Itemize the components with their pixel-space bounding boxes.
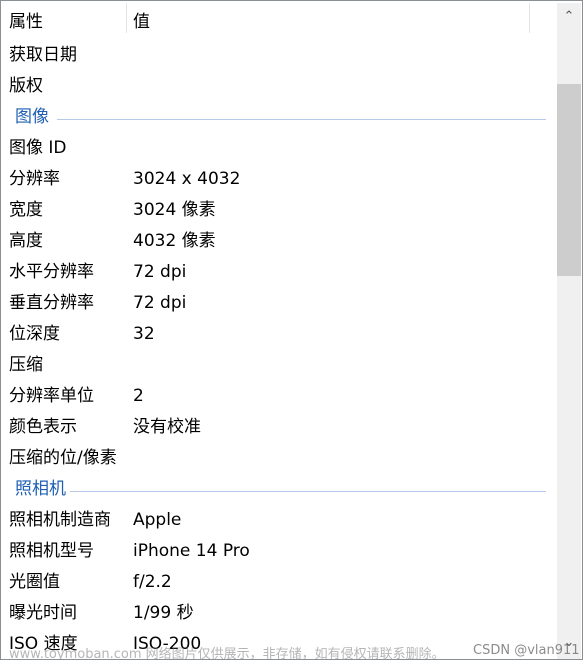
property-value[interactable]: 72 dpi — [133, 288, 186, 319]
property-name: 颜色表示 — [9, 417, 77, 437]
section-header: 照相机 — [1, 474, 556, 505]
property-value[interactable]: 72 dpi — [133, 257, 186, 288]
property-value[interactable]: Apple — [133, 505, 181, 536]
property-value[interactable]: f/2.2 — [133, 567, 172, 598]
column-divider[interactable] — [529, 3, 530, 33]
property-row[interactable]: 分辨率 3024 x 4032 — [1, 164, 556, 195]
property-name: 照相机制造商 — [9, 510, 111, 530]
property-name: 照相机型号 — [9, 541, 94, 561]
property-name: 高度 — [9, 231, 43, 251]
property-value[interactable]: 3024 像素 — [133, 195, 216, 226]
property-name: 曝光时间 — [9, 603, 77, 623]
property-name: 水平分辨率 — [9, 262, 94, 282]
section-divider — [57, 119, 546, 120]
property-name: 垂直分辨率 — [9, 293, 94, 313]
section-title: 照相机 — [15, 474, 70, 505]
property-row[interactable]: 照相机制造商 Apple — [1, 505, 556, 536]
section-divider — [57, 491, 546, 492]
property-row[interactable]: 分辨率单位 2 — [1, 381, 556, 412]
column-header-value[interactable]: 值 — [133, 7, 150, 32]
property-value[interactable]: 4032 像素 — [133, 226, 216, 257]
property-row[interactable]: 垂直分辨率 72 dpi — [1, 288, 556, 319]
column-divider[interactable] — [126, 3, 127, 33]
property-value[interactable]: iPhone 14 Pro — [133, 536, 250, 567]
property-value[interactable]: 没有校准 — [133, 412, 201, 443]
vertical-scrollbar[interactable]: ⌃ ⌄ — [557, 3, 581, 659]
property-row[interactable]: 高度 4032 像素 — [1, 226, 556, 257]
column-header: 属性 值 — [1, 1, 556, 35]
chevron-up-icon[interactable]: ⌃ — [557, 9, 581, 24]
property-name: 版权 — [9, 76, 43, 96]
property-name: 光圈值 — [9, 572, 60, 592]
property-row[interactable]: 压缩 — [1, 350, 556, 381]
property-name: 获取日期 — [9, 45, 77, 65]
property-value[interactable]: 3024 x 4032 — [133, 164, 240, 195]
property-list: 获取日期版权图像图像 ID 分辨率 3024 x 4032 宽度 3024 像素高度 40… — [1, 40, 556, 659]
property-name: 图像 ID — [9, 138, 67, 158]
property-row[interactable]: 位深度 32 — [1, 319, 556, 350]
property-row[interactable]: 宽度 3024 像素 — [1, 195, 556, 226]
property-name: 分辨率单位 — [9, 386, 94, 406]
property-row[interactable]: 光圈值 f/2.2 — [1, 567, 556, 598]
property-row[interactable]: 曝光时间 1/99 秒 — [1, 598, 556, 629]
property-row[interactable]: 压缩的位/像素 — [1, 443, 556, 474]
property-row[interactable]: 水平分辨率 72 dpi — [1, 257, 556, 288]
property-name: 位深度 — [9, 324, 60, 344]
scrollbar-thumb[interactable] — [557, 84, 581, 276]
property-row[interactable]: 颜色表示 没有校准 — [1, 412, 556, 443]
column-header-property[interactable]: 属性 — [9, 7, 43, 32]
property-row[interactable]: 获取日期 — [1, 40, 556, 71]
property-row[interactable]: 照相机型号 iPhone 14 Pro — [1, 536, 556, 567]
property-row[interactable]: 图像 ID — [1, 133, 556, 164]
section-header: 图像 — [1, 102, 556, 133]
property-value[interactable]: 2 — [133, 381, 144, 412]
property-name: 宽度 — [9, 200, 43, 220]
watermark-text: www.toymoban.com 网络图片仅供展示，非存储，如有侵权请联系删除。 — [9, 647, 445, 660]
property-value[interactable]: 32 — [133, 319, 155, 350]
properties-details-panel: 属性 值 获取日期版权图像图像 ID 分辨率 3024 x 4032 宽度 3024 像… — [0, 0, 583, 660]
property-row[interactable]: 版权 — [1, 71, 556, 102]
property-value[interactable]: 1/99 秒 — [133, 598, 194, 629]
property-name: 分辨率 — [9, 169, 60, 189]
section-title: 图像 — [15, 102, 53, 133]
property-name: 压缩的位/像素 — [9, 448, 117, 468]
property-name: 压缩 — [9, 355, 43, 375]
watermark-credit: CSDN @vlan911 — [473, 643, 580, 658]
